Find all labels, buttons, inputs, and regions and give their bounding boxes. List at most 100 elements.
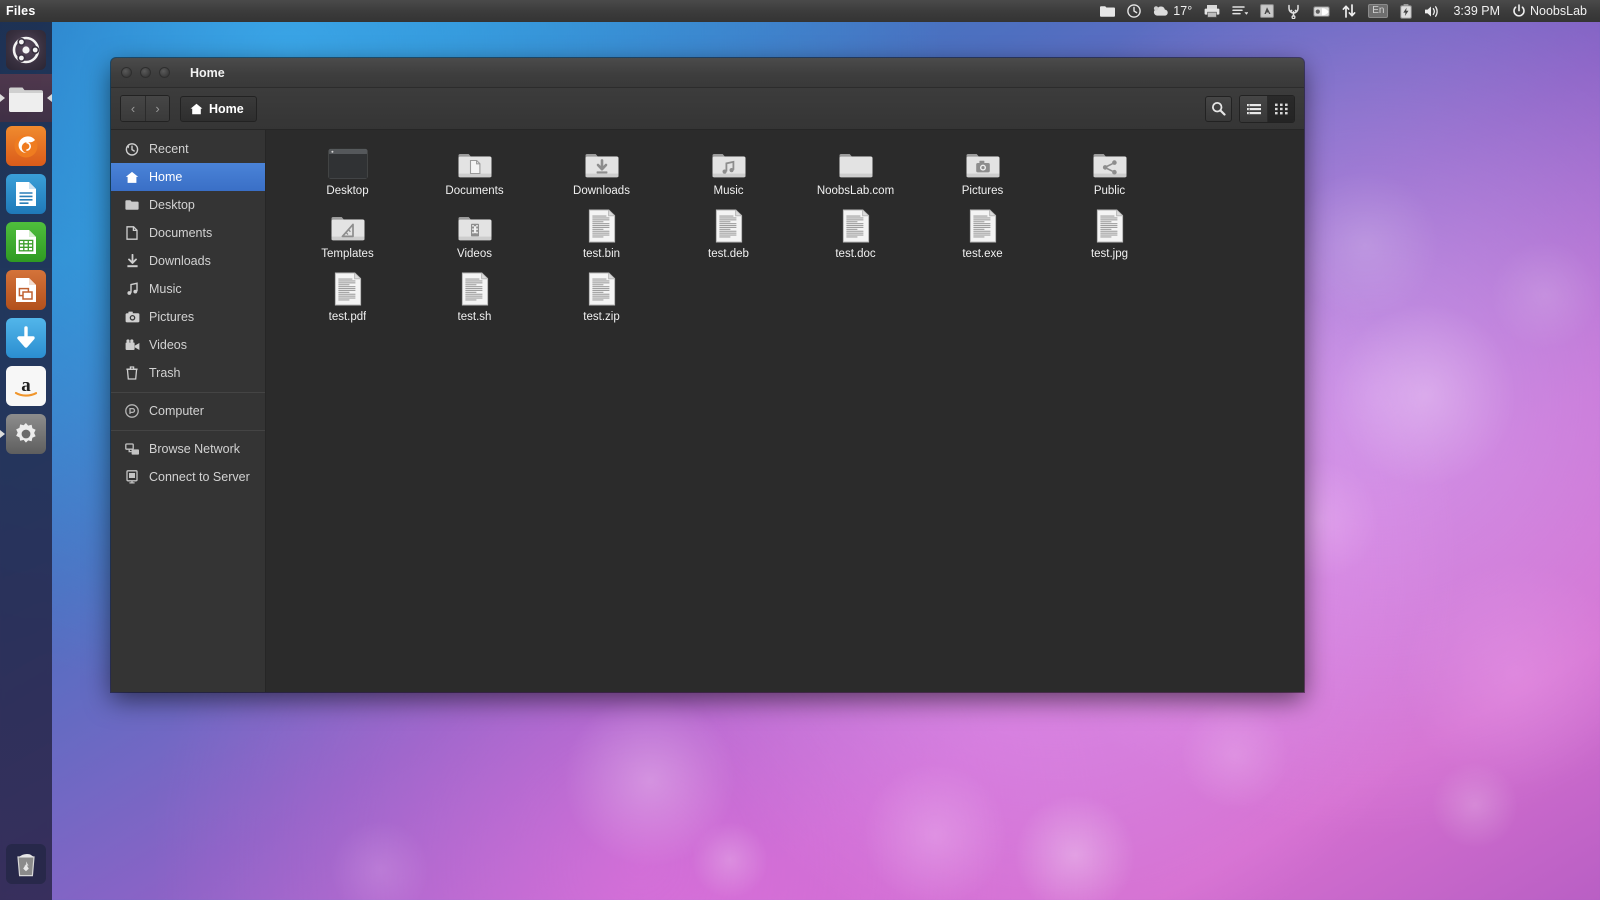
sidebar-separator <box>111 392 265 393</box>
power-icon[interactable] <box>1506 0 1530 22</box>
grid-view-button[interactable] <box>1267 95 1294 122</box>
file-item[interactable]: NoobsLab.com <box>792 140 919 203</box>
file-item[interactable]: Pictures <box>919 140 1046 203</box>
file-item[interactable]: Desktop <box>284 140 411 203</box>
window-maximize-button[interactable] <box>159 67 170 78</box>
printer-indicator-icon[interactable] <box>1198 0 1226 22</box>
text-file-icon <box>1096 209 1123 243</box>
sidebar-item-label: Recent <box>149 142 189 156</box>
breadcrumb-label: Home <box>209 101 244 116</box>
launcher-libreoffice-impress[interactable] <box>0 266 52 314</box>
sidebar-item-music[interactable]: Music <box>111 275 265 303</box>
file-item[interactable]: test.exe <box>919 203 1046 266</box>
file-item[interactable]: test.zip <box>538 266 665 329</box>
screenshot-indicator-icon[interactable] <box>1307 0 1336 22</box>
messaging-menu-icon[interactable] <box>1226 0 1254 22</box>
launcher-libreoffice-writer[interactable] <box>0 170 52 218</box>
file-item[interactable]: Templates <box>284 203 411 266</box>
folder-icon <box>585 154 618 178</box>
unity-tweak-indicator-icon[interactable] <box>1280 0 1307 22</box>
launcher-software-updater[interactable] <box>0 314 52 362</box>
file-item[interactable]: test.jpg <box>1046 203 1173 266</box>
file-item[interactable]: Music <box>665 140 792 203</box>
file-item[interactable]: test.sh <box>411 266 538 329</box>
server-icon <box>124 469 140 485</box>
panel-app-name[interactable]: Files <box>6 4 36 18</box>
navigation-button-group[interactable]: ‹ › <box>120 95 170 122</box>
launcher-dash-home[interactable] <box>0 26 52 74</box>
launcher-system-settings[interactable] <box>0 410 52 458</box>
launcher-libreoffice-calc[interactable] <box>0 218 52 266</box>
launcher-firefox[interactable] <box>0 122 52 170</box>
window-close-button[interactable] <box>121 67 132 78</box>
text-file-icon <box>461 272 488 306</box>
sidebar-item-home[interactable]: Home <box>111 163 265 191</box>
launcher-trash[interactable] <box>0 840 52 888</box>
firefox-icon <box>14 134 38 158</box>
file-item[interactable]: Public <box>1046 140 1173 203</box>
sidebar-item-videos[interactable]: Videos <box>111 331 265 359</box>
view-mode-group[interactable] <box>1239 94 1295 123</box>
launcher-running-pip-left <box>0 430 5 438</box>
sidebar-item-trash[interactable]: Trash <box>111 359 265 387</box>
window-toolbar[interactable]: ‹ › Home <box>111 88 1304 130</box>
file-label: NoobsLab.com <box>816 185 895 197</box>
impress-icon <box>16 278 36 302</box>
window-minimize-button[interactable] <box>140 67 151 78</box>
forward-button[interactable]: › <box>145 96 169 121</box>
app-indicator-icon[interactable] <box>1254 0 1280 22</box>
text-file-icon <box>715 209 742 243</box>
sidebar-item-recent[interactable]: Recent <box>111 135 265 163</box>
sidebar-item-connect-to-server[interactable]: Connect to Server <box>111 463 265 491</box>
file-icon-view[interactable]: Desktop Documents Downloads Music NoobsLab.c… <box>266 130 1304 692</box>
back-button[interactable]: ‹ <box>121 96 145 121</box>
file-item[interactable]: test.doc <box>792 203 919 266</box>
list-view-button[interactable] <box>1240 95 1267 122</box>
toolbar-right-group[interactable] <box>1205 94 1295 123</box>
file-item[interactable]: test.deb <box>665 203 792 266</box>
launcher-amazon[interactable]: a <box>0 362 52 410</box>
sound-indicator-icon[interactable] <box>1418 0 1447 22</box>
files-icon <box>9 87 43 112</box>
pictures-icon <box>124 309 140 325</box>
file-label: Downloads <box>573 185 630 197</box>
clock-indicator-icon[interactable] <box>1121 0 1147 22</box>
bokeh-circle <box>1400 560 1600 790</box>
file-label: test.deb <box>708 248 749 260</box>
places-sidebar[interactable]: Recent Home Desktop Documents Downloads Music… <box>111 130 266 692</box>
panel-clock[interactable]: 3:39 PM <box>1447 0 1506 22</box>
recent-icon <box>124 141 140 157</box>
file-manager-window[interactable]: Home ‹ › Home Recent Home Desktop Docume… <box>111 58 1304 692</box>
folder-icon <box>125 200 139 210</box>
battery-indicator-icon[interactable] <box>1394 0 1418 22</box>
sidebar-item-label: Trash <box>149 366 181 380</box>
sidebar-item-documents[interactable]: Documents <box>111 219 265 247</box>
gear-icon <box>16 422 36 443</box>
bokeh-circle <box>1180 700 1290 810</box>
launcher-files[interactable] <box>0 74 52 122</box>
sidebar-item-browse-network[interactable]: Browse Network <box>111 435 265 463</box>
file-item[interactable]: test.pdf <box>284 266 411 329</box>
videos-icon <box>124 337 140 353</box>
file-item[interactable]: Documents <box>411 140 538 203</box>
panel-indicator-area[interactable]: 17° En 3:39 PM NoobsLab <box>1094 0 1600 22</box>
weather-temperature[interactable]: 17° <box>1171 0 1198 22</box>
network-indicator-icon[interactable] <box>1336 0 1362 22</box>
weather-indicator-icon[interactable] <box>1147 0 1171 22</box>
file-item[interactable]: Downloads <box>538 140 665 203</box>
top-panel[interactable]: Files 17° En 3:39 PM NoobsLab <box>0 0 1600 22</box>
session-user-name[interactable]: NoobsLab <box>1530 0 1593 22</box>
sidebar-item-desktop[interactable]: Desktop <box>111 191 265 219</box>
sidebar-item-downloads[interactable]: Downloads <box>111 247 265 275</box>
sidebar-item-pictures[interactable]: Pictures <box>111 303 265 331</box>
files-indicator-icon[interactable] <box>1094 0 1121 22</box>
unity-launcher[interactable]: a <box>0 22 52 900</box>
sidebar-item-computer[interactable]: Computer <box>111 397 265 425</box>
bokeh-circle <box>1490 240 1600 350</box>
file-item[interactable]: Videos <box>411 203 538 266</box>
search-button[interactable] <box>1205 95 1232 122</box>
window-titlebar[interactable]: Home <box>111 58 1304 88</box>
file-item[interactable]: test.bin <box>538 203 665 266</box>
keyboard-layout-indicator[interactable]: En <box>1362 0 1394 22</box>
breadcrumb-home[interactable]: Home <box>180 95 257 122</box>
